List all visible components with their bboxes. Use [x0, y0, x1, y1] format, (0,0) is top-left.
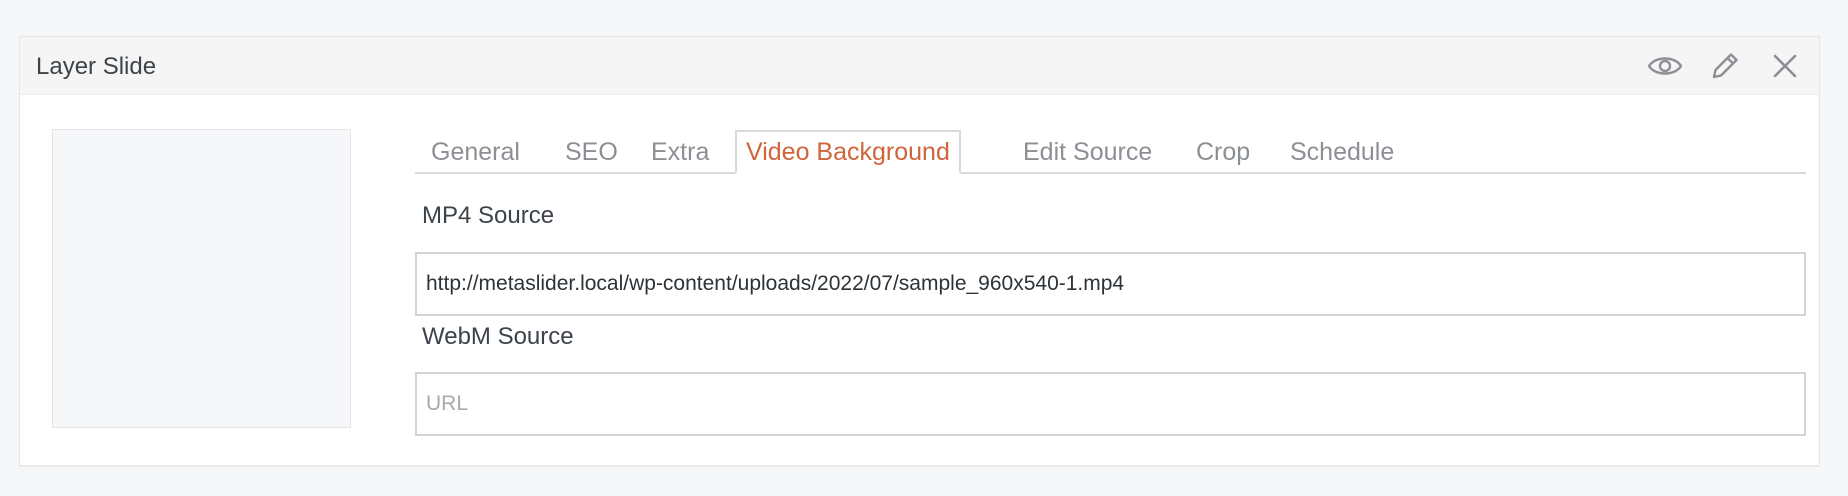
close-button[interactable] [1765, 48, 1805, 84]
tab-schedule[interactable]: Schedule [1290, 130, 1394, 174]
header-actions [1645, 48, 1805, 84]
panel-title: Layer Slide [36, 53, 157, 80]
layer-slide-panel: Layer Slide General SEO Extra Video Back… [19, 36, 1820, 466]
tab-bar: General SEO Extra Video Background Edit … [415, 130, 1806, 174]
slide-thumbnail[interactable] [52, 129, 351, 428]
tab-extra[interactable]: Extra [651, 130, 709, 174]
panel-header: Layer Slide [20, 37, 1819, 95]
tab-video-background[interactable]: Video Background [735, 130, 961, 174]
mp4-source-input[interactable] [415, 252, 1806, 316]
mp4-source-label: MP4 Source [422, 202, 555, 229]
tab-general[interactable]: General [431, 130, 520, 174]
preview-button[interactable] [1645, 48, 1685, 84]
tab-crop[interactable]: Crop [1196, 130, 1250, 174]
edit-button[interactable] [1705, 48, 1745, 84]
eye-icon [1647, 57, 1683, 75]
webm-source-input[interactable] [415, 372, 1806, 436]
tab-seo[interactable]: SEO [565, 130, 618, 174]
tab-edit-source[interactable]: Edit Source [1023, 130, 1152, 174]
close-icon [1773, 54, 1797, 78]
webm-source-label: WebM Source [422, 323, 574, 350]
pencil-icon [1712, 53, 1738, 79]
